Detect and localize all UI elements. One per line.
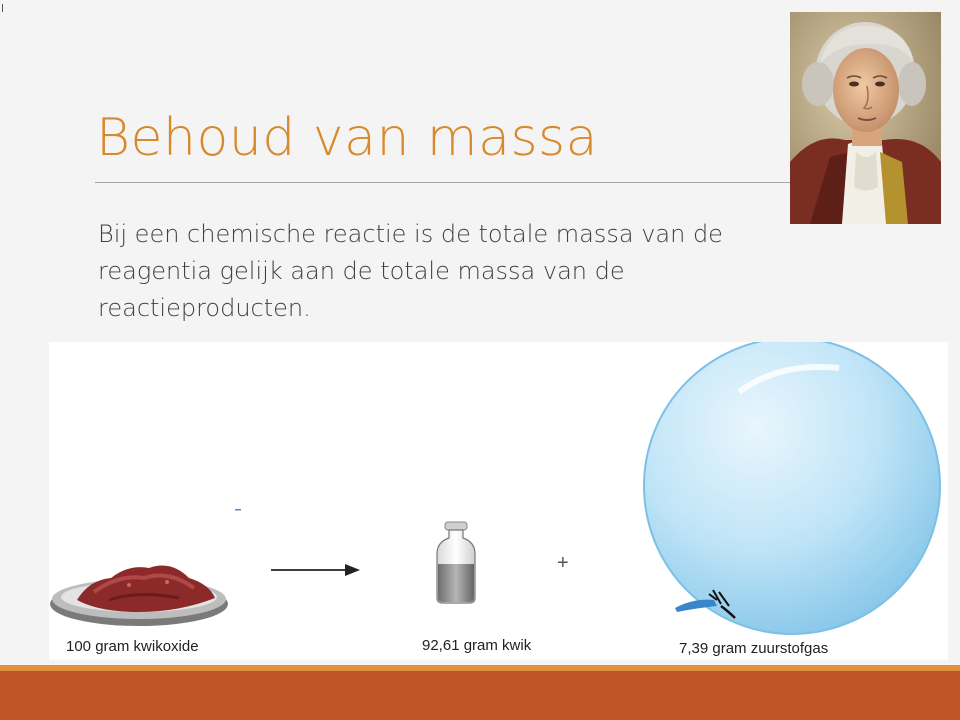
portrait-lavoisier-icon — [790, 12, 941, 224]
caption-product-oxygen: 7,39 gram zuurstofgas — [679, 640, 829, 657]
balloon-icon — [643, 342, 941, 635]
caption-product-mercury: 92,61 gram kwik — [422, 637, 532, 654]
slide-title: Behoud van massa — [96, 108, 598, 168]
stray-mark — [235, 509, 241, 511]
corner-mark — [2, 4, 3, 12]
plus-sign: + — [557, 552, 569, 574]
slide-body-text: Bij een chemische reactie is de totale m… — [98, 220, 723, 322]
bottle-icon — [436, 521, 476, 604]
caption-reactant: 100 gram kwikoxide — [66, 638, 199, 655]
title-divider — [95, 182, 790, 183]
slide: Behoud van massa Bij een chemische react… — [0, 0, 960, 720]
reaction-illustration: + 100 gram kwikoxide 92,61 gram kwik 7,3… — [49, 342, 948, 660]
footer-bar — [0, 671, 960, 720]
dish-icon — [50, 565, 228, 626]
portrait-image — [790, 12, 941, 224]
arrow-icon — [271, 564, 360, 576]
reaction-diagram: + — [50, 342, 941, 635]
